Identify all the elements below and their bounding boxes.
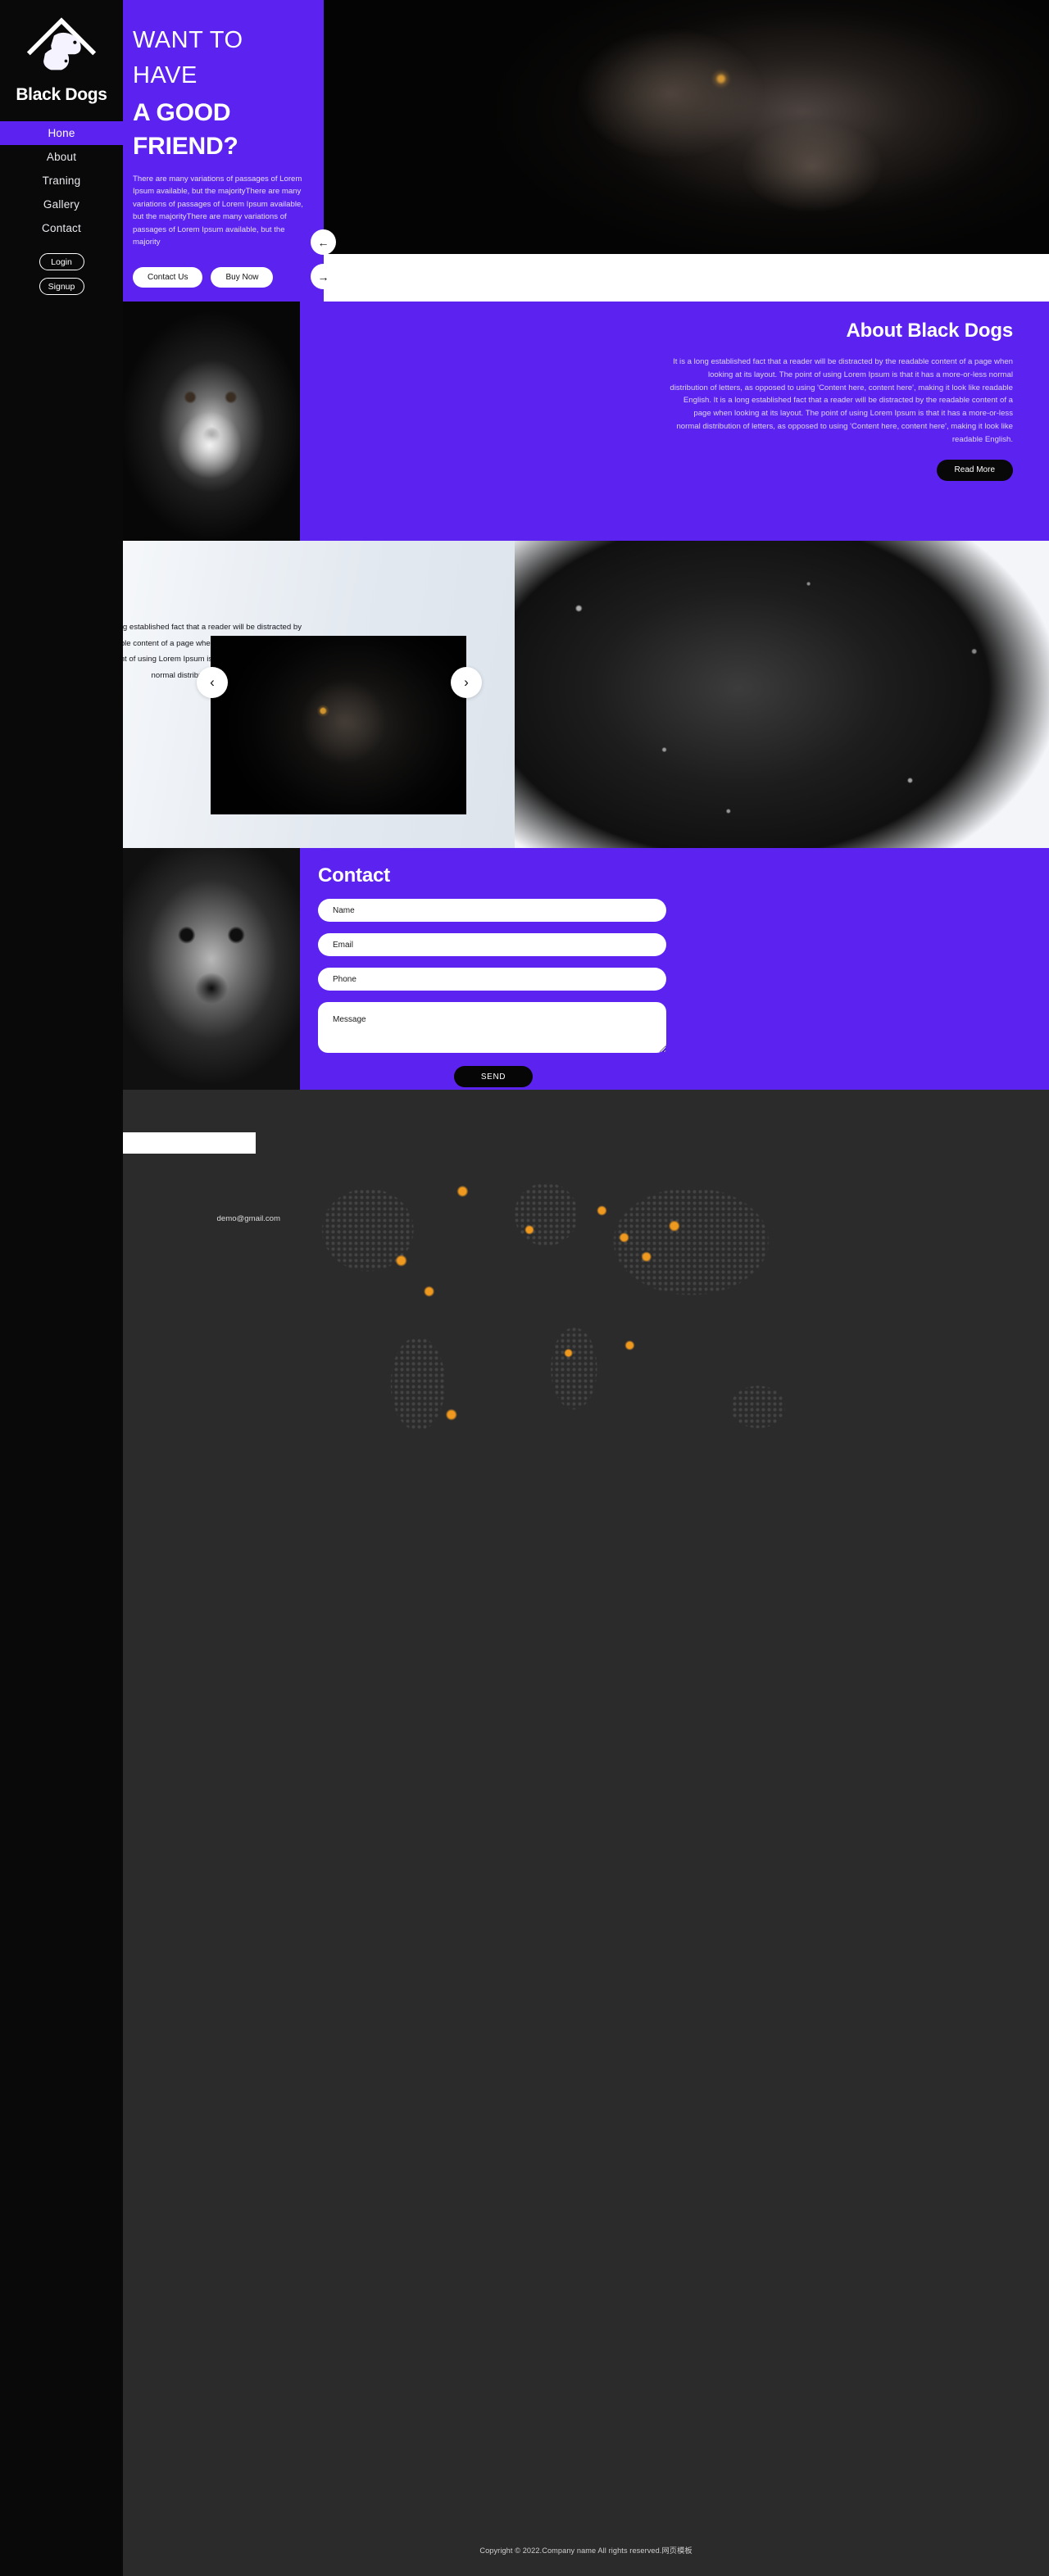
name-input[interactable] <box>318 899 666 922</box>
signup-button[interactable]: Signup <box>39 278 84 295</box>
footer-email[interactable]: demo@gmail.com <box>123 1214 280 1223</box>
sidebar-item-traning[interactable]: Traning <box>0 169 123 193</box>
copyright-text: Copyright © 2022.Company name All rights… <box>479 2547 693 2555</box>
hero-next-arrow-icon[interactable]: → <box>311 264 336 289</box>
buy-now-button[interactable]: Buy Now <box>211 266 274 288</box>
email-input[interactable] <box>318 933 666 956</box>
send-button[interactable]: SEND <box>454 1066 533 1087</box>
about-heading: About Black Dogs <box>846 320 1014 342</box>
login-button[interactable]: Login <box>39 253 84 270</box>
gallery-featured-photo <box>211 636 466 814</box>
hero-prev-arrow-icon[interactable]: ← <box>311 229 336 255</box>
hero-line-3: A GOOD <box>133 98 231 126</box>
sidebar-item-gallery[interactable]: Gallery <box>0 193 123 216</box>
hero-dog-photo <box>324 0 1049 254</box>
read-more-button[interactable]: Read More <box>936 459 1013 481</box>
footer-input[interactable] <box>123 1132 256 1154</box>
hero-white-strip <box>324 254 1049 302</box>
hero-section: WANT TO HAVE A GOOD FRIEND? There are ma… <box>123 0 1049 302</box>
about-text-panel: About Black Dogs It is a long establishe… <box>300 302 1049 541</box>
gallery-section: It is a long established fact that a rea… <box>123 541 1049 848</box>
sidebar-item-home[interactable]: Hone <box>0 121 123 145</box>
hero-text-panel: WANT TO HAVE A GOOD FRIEND? There are ma… <box>123 0 324 302</box>
contact-section: Contact SEND <box>123 848 1049 1090</box>
gallery-snow-dog-photo <box>515 541 1049 848</box>
auth-buttons: Login Signup <box>0 253 123 295</box>
hero-line-4: FRIEND? <box>133 133 238 161</box>
house-dog-cat-icon <box>24 15 99 82</box>
sidebar-item-contact[interactable]: Contact <box>0 216 123 240</box>
hero-cta-group: Contact Us Buy Now <box>133 266 324 288</box>
message-textarea[interactable] <box>318 1002 666 1053</box>
hero-paragraph: There are many variations of passages of… <box>133 174 303 247</box>
sidebar-nav: Hone About Traning Gallery Contact <box>0 121 123 240</box>
contact-form-panel: Contact SEND <box>300 848 1049 1090</box>
brand-name: Black Dogs <box>16 85 107 104</box>
phone-input[interactable] <box>318 968 666 991</box>
brand-block[interactable]: Black Dogs <box>0 0 123 105</box>
gallery-next-chevron-icon[interactable]: › <box>451 667 482 698</box>
hero-line-1: WANT TO <box>133 27 243 53</box>
gallery-prev-chevron-icon[interactable]: ‹ <box>197 667 228 698</box>
about-dog-photo <box>123 302 300 541</box>
contact-heading: Contact <box>318 864 390 887</box>
world-map-highlight-dots <box>279 1114 836 1499</box>
sidebar: Black Dogs Hone About Traning Gallery Co… <box>0 0 123 2576</box>
sidebar-item-about[interactable]: About <box>0 145 123 169</box>
about-section: About Black Dogs It is a long establishe… <box>123 302 1049 541</box>
about-paragraph: It is a long established fact that a rea… <box>670 357 1013 444</box>
hero-line-2: HAVE <box>133 61 198 88</box>
contact-dog-photo <box>123 848 300 1090</box>
contact-us-button[interactable]: Contact Us <box>133 266 203 288</box>
footer: demo@gmail.com Copyright © 2022.Company … <box>123 1090 1049 2576</box>
